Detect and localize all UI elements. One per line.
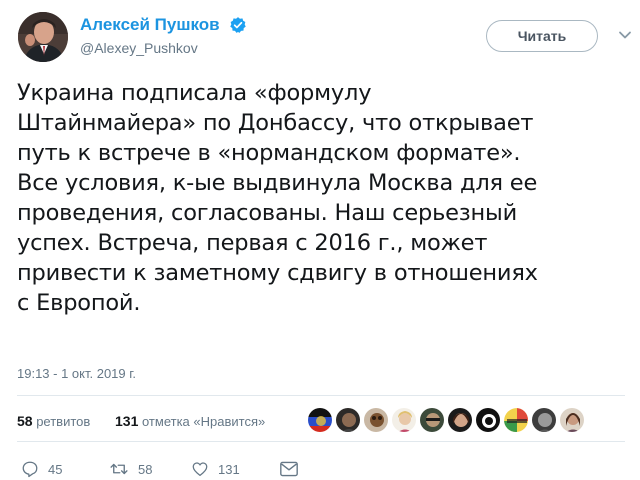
retweet-icon <box>110 463 128 475</box>
heart-icon <box>192 462 208 477</box>
verified-badge-icon <box>230 16 246 33</box>
liker-avatar[interactable] <box>391 407 417 433</box>
divider <box>17 395 625 396</box>
avatar-icon <box>392 408 416 432</box>
liker-avatar[interactable] <box>447 407 473 433</box>
author-name-block: Алексей Пушков @Alexey_Pushkov <box>80 14 247 56</box>
chevron-down-icon[interactable] <box>618 28 632 42</box>
avatar-icon <box>420 408 444 432</box>
avatar-icon <box>560 408 584 432</box>
avatar-icon <box>336 408 360 432</box>
tweet-text-line: Все условия, к-ые выдвинула Москва для е… <box>17 170 538 196</box>
avatar-photo-icon <box>18 12 68 62</box>
engagement-stats: 58 ретвитов 131 отметка «Нравится» <box>17 403 625 439</box>
direct-message-button[interactable] <box>279 460 308 478</box>
retweets-stat[interactable]: 58 ретвитов <box>17 413 90 429</box>
tweet-text-line: с Европой. <box>17 290 141 316</box>
retweets-count: 58 <box>17 413 33 429</box>
like-button[interactable]: 131 <box>191 460 240 478</box>
avatar-icon <box>364 408 388 432</box>
author-handle[interactable]: @Alexey_Pushkov <box>80 40 247 56</box>
author-display-name[interactable]: Алексей Пушков <box>80 15 220 35</box>
tweet-text: Украина подписала «формулу Штайнмайера» … <box>17 78 625 318</box>
likes-count: 131 <box>115 413 139 429</box>
retweet-button[interactable]: 58 <box>109 460 152 478</box>
reply-count: 45 <box>48 461 63 477</box>
tweet-text-line: путь к встрече в «нормандском формате». <box>17 140 521 166</box>
liker-avatar[interactable] <box>307 407 333 433</box>
tweet-header: Алексей Пушков @Alexey_Pushkov Читать <box>14 6 631 62</box>
tweet-timestamp[interactable]: 19:13 - 1 окт. 2019 г. <box>17 366 136 381</box>
tweet-text-line: проведения, согласованы. Наш серьезный <box>17 200 518 226</box>
liker-avatar[interactable] <box>363 407 389 433</box>
author-avatar[interactable] <box>18 12 68 62</box>
retweets-label: ретвитов <box>36 414 91 429</box>
liker-avatar[interactable] <box>419 407 445 433</box>
retweet-count: 58 <box>138 461 153 477</box>
liker-avatar[interactable] <box>503 407 529 433</box>
liker-avatar[interactable] <box>531 407 557 433</box>
liker-avatar[interactable] <box>335 407 361 433</box>
tweet-text-line: Штайнмайера» по Донбассу, что открывает <box>17 110 534 136</box>
reply-button[interactable]: 45 <box>21 460 62 478</box>
follow-button[interactable]: Читать <box>486 20 598 52</box>
flag-avatar-icon <box>308 408 332 432</box>
likes-stat[interactable]: 131 отметка «Нравится» <box>115 413 265 429</box>
divider <box>17 441 625 442</box>
likes-label: отметка «Нравится» <box>141 414 266 429</box>
avatar-icon <box>448 408 472 432</box>
avatar-icon <box>504 408 528 432</box>
envelope-icon <box>280 461 298 477</box>
tweet-card: Алексей Пушков @Alexey_Pushkov Читать Ук… <box>0 0 640 480</box>
avatar-icon <box>532 408 556 432</box>
liker-avatar[interactable] <box>475 407 501 433</box>
reply-icon <box>22 461 38 478</box>
avatar-icon <box>476 408 500 432</box>
like-count: 131 <box>218 461 240 477</box>
tweet-text-line: привести к заметному сдвигу в отношениях <box>17 260 538 286</box>
liker-avatar[interactable] <box>559 407 585 433</box>
tweet-text-line: Украина подписала «формулу <box>17 80 372 106</box>
tweet-text-line: успех. Встреча, первая с 2016 г., может <box>17 230 488 256</box>
tweet-actions: 45 58 131 <box>17 456 625 480</box>
